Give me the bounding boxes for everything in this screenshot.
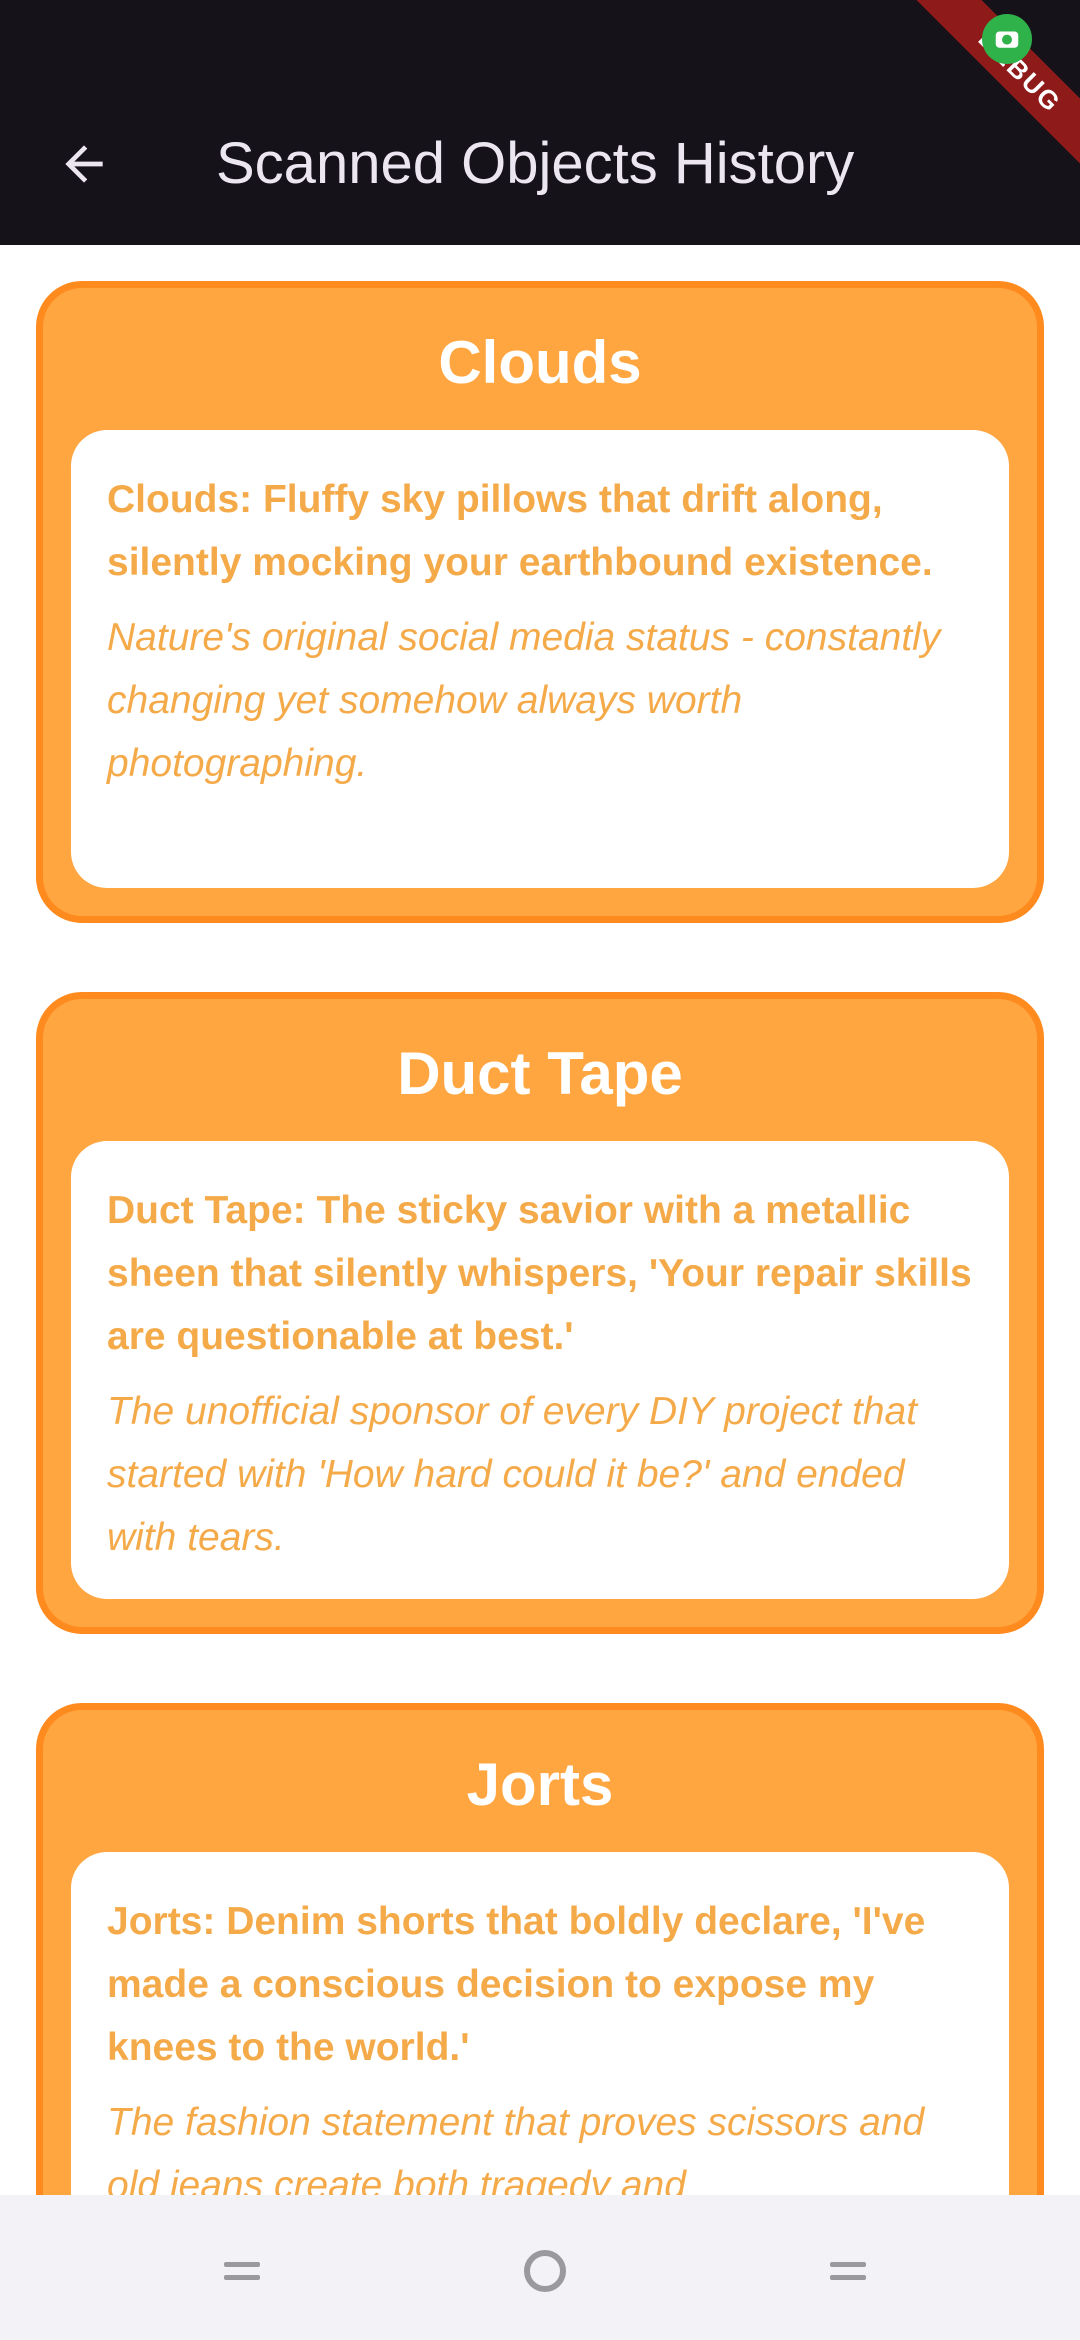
home-icon xyxy=(524,2250,566,2292)
card-title: Jorts xyxy=(466,1751,614,1818)
card-description: Clouds: Fluffy sky pillows that drift al… xyxy=(107,478,933,584)
card-joke: Nature's original social media status - … xyxy=(107,616,941,785)
card-description: Jorts: Denim shorts that boldly declare,… xyxy=(107,1900,926,2069)
history-card-clouds[interactable]: Clouds Clouds: Fluffy sky pillows that d… xyxy=(36,281,1044,923)
back-nav-icon xyxy=(830,2262,866,2280)
card-title: Duct Tape xyxy=(397,1040,683,1107)
recents-icon xyxy=(224,2262,260,2280)
page-title: Scanned Objects History xyxy=(216,131,855,196)
card-body: Jorts: Denim shorts that boldly declare,… xyxy=(71,1852,1009,2195)
card-body: Duct Tape: The sticky savior with a meta… xyxy=(71,1141,1009,1599)
card-joke: The unofficial sponsor of every DIY proj… xyxy=(107,1390,918,1559)
camera-icon xyxy=(982,14,1032,64)
history-card-jorts[interactable]: Jorts Jorts: Denim shorts that boldly de… xyxy=(36,1703,1044,2195)
card-joke: The fashion statement that proves scisso… xyxy=(107,2101,925,2195)
arrow-left-icon xyxy=(65,145,103,183)
history-list[interactable]: Clouds Clouds: Fluffy sky pillows that d… xyxy=(0,245,1080,2195)
app-bar: Scanned Objects History DEBUG xyxy=(0,0,1080,245)
back-nav-button[interactable] xyxy=(812,2235,884,2307)
history-card-duct-tape[interactable]: Duct Tape Duct Tape: The sticky savior w… xyxy=(36,992,1044,1634)
card-title: Clouds xyxy=(438,329,642,396)
debug-banner: DEBUG xyxy=(890,0,1080,190)
home-button[interactable] xyxy=(509,2235,581,2307)
card-body: Clouds: Fluffy sky pillows that drift al… xyxy=(71,430,1009,888)
back-button[interactable] xyxy=(48,128,120,200)
card-description: Duct Tape: The sticky savior with a meta… xyxy=(107,1189,972,1358)
recents-button[interactable] xyxy=(206,2235,278,2307)
system-navigation-bar xyxy=(0,2195,1080,2340)
